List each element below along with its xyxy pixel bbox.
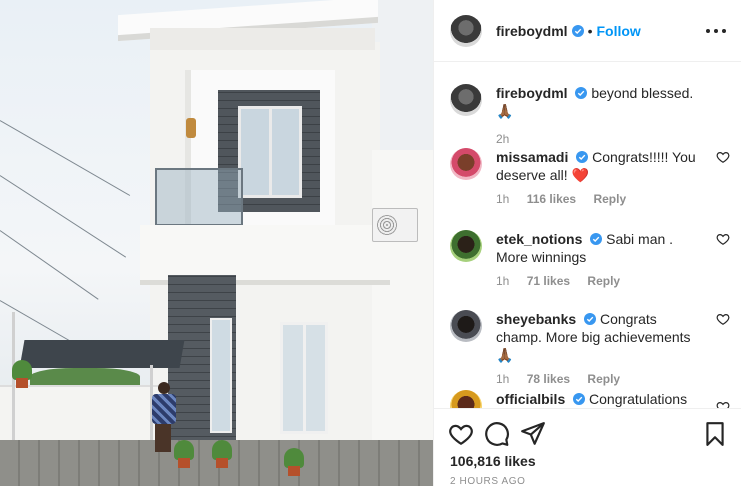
- likes-count[interactable]: 106,816 likes: [450, 453, 536, 469]
- comment-heart-icon[interactable]: [716, 150, 730, 164]
- caption-username[interactable]: fireboydml: [496, 85, 568, 101]
- commenter-avatar[interactable]: [450, 230, 482, 262]
- reply-button[interactable]: Reply: [587, 372, 620, 386]
- lower-window: [210, 318, 232, 433]
- owner-username[interactable]: fireboydml: [496, 23, 568, 39]
- comment-item: sheyebanks Congrats champ. More big achi…: [450, 310, 730, 386]
- power-line: [0, 120, 131, 196]
- owner-avatar[interactable]: [450, 14, 482, 47]
- comment-age: 1h: [496, 192, 510, 206]
- comment-username[interactable]: missamadi: [496, 149, 568, 165]
- balcony-railing: [155, 168, 243, 226]
- commenter-avatar[interactable]: [450, 390, 482, 408]
- comment-age: 1h: [496, 274, 510, 288]
- comment-heart-icon[interactable]: [716, 400, 730, 408]
- comment-likes[interactable]: 71 likes: [527, 274, 570, 288]
- potted-plant: [210, 440, 234, 468]
- comment-item: etek_notions Sabi man . More winnings 1h…: [450, 230, 730, 288]
- commenter-avatar[interactable]: [450, 310, 482, 342]
- bookmark-icon[interactable]: [702, 421, 728, 447]
- post-photo[interactable]: [0, 0, 433, 486]
- comment-heart-icon[interactable]: [716, 232, 730, 246]
- air-conditioner: [372, 208, 418, 242]
- verified-badge-icon: [590, 233, 603, 245]
- heart-icon[interactable]: [448, 421, 474, 447]
- comment-likes[interactable]: 116 likes: [527, 192, 576, 206]
- post-side-panel: fireboydml • Follow fireboydml beyond bl…: [433, 0, 741, 486]
- comment-age: 1h: [496, 372, 510, 386]
- follow-button[interactable]: Follow: [596, 23, 640, 39]
- post-actions: 106,816 likes 2 HOURS AGO: [434, 408, 741, 486]
- upper-window: [238, 106, 302, 198]
- comment-text: Congratulations: [589, 391, 688, 407]
- verified-badge-icon: [575, 87, 588, 99]
- caption-avatar[interactable]: [450, 84, 482, 116]
- power-line: [0, 175, 127, 258]
- potted-plant: [10, 360, 34, 388]
- pendant-lamp: [186, 118, 196, 138]
- post-modal: fireboydml • Follow fireboydml beyond bl…: [0, 0, 741, 486]
- reply-button[interactable]: Reply: [593, 192, 626, 206]
- reply-button[interactable]: Reply: [587, 274, 620, 288]
- person-standing: [150, 382, 176, 454]
- more-options-icon[interactable]: [706, 22, 726, 40]
- sky: [372, 0, 433, 160]
- verified-badge-icon: [584, 313, 597, 325]
- verified-badge-icon: [573, 393, 586, 405]
- comments-list[interactable]: fireboydml beyond blessed. 🙏🏾 2h missama…: [434, 62, 741, 408]
- header-separator: •: [587, 22, 593, 39]
- caption: fireboydml beyond blessed. 🙏🏾 2h: [450, 84, 730, 146]
- house-roof-trim: [150, 28, 375, 50]
- compound-fence: [0, 385, 160, 445]
- share-icon[interactable]: [520, 421, 546, 447]
- house-side-wall: [372, 150, 433, 486]
- post-timestamp[interactable]: 2 HOURS AGO: [450, 476, 526, 486]
- comment-item: missamadi Congrats!!!!! You deserve all!…: [450, 148, 730, 206]
- post-header: fireboydml • Follow: [434, 0, 741, 62]
- carport-canopy: [19, 340, 185, 368]
- front-door: [280, 322, 328, 434]
- commenter-avatar[interactable]: [450, 148, 482, 180]
- verified-badge-icon: [576, 151, 589, 163]
- comment-icon[interactable]: [484, 421, 510, 447]
- comment-item: officialbils Congratulations: [450, 390, 730, 408]
- verified-badge-icon: [571, 24, 584, 37]
- comment-username[interactable]: officialbils: [496, 391, 565, 407]
- comment-username[interactable]: sheyebanks: [496, 311, 576, 327]
- comment-username[interactable]: etek_notions: [496, 231, 582, 247]
- power-line: [0, 230, 99, 300]
- comment-heart-icon[interactable]: [716, 312, 730, 326]
- comment-likes[interactable]: 78 likes: [527, 372, 570, 386]
- potted-plant: [282, 448, 306, 476]
- caption-age: 2h: [496, 132, 510, 146]
